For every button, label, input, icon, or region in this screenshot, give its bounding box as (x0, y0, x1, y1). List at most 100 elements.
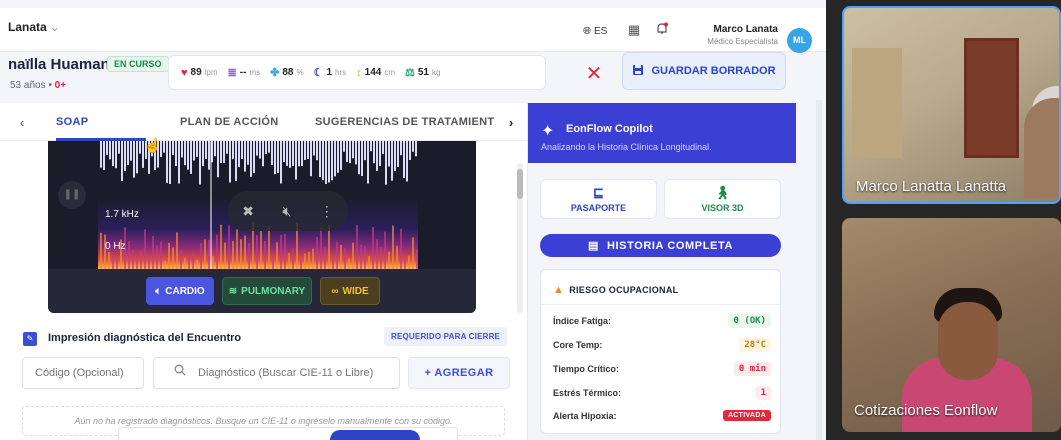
pin-off-icon[interactable]: ✖ (242, 203, 254, 220)
waveform-bar (184, 141, 186, 166)
risk-label: Tiempo Crítico: (553, 364, 619, 374)
participant-name: Marco Lanatta Lanatta (856, 178, 1007, 195)
filter-pulmonary-label: PULMONARY (241, 285, 306, 297)
spectrogram-bar (280, 234, 282, 269)
tab-action-plan[interactable]: PLAN DE ACCIÓN (180, 116, 279, 128)
filter-cardio-button[interactable]: 🔈︎ CARDIO (146, 277, 214, 305)
save-icon (632, 64, 644, 79)
waveform-bar (235, 141, 237, 182)
more-vertical-icon[interactable]: ⋮ (320, 203, 334, 220)
spectrogram-bar (140, 251, 142, 269)
spectrogram-bar (324, 247, 326, 269)
spectrogram-bar (380, 247, 382, 269)
participant-video (1024, 98, 1059, 198)
spectrogram-bar (360, 244, 362, 269)
filter-pulmonary-button[interactable]: ≋ PULMONARY (222, 277, 312, 305)
vital-value: 1 (326, 67, 333, 78)
diagnosis-code-input[interactable] (22, 357, 144, 389)
waveform-bar (400, 141, 402, 156)
waveform-bar (292, 141, 294, 166)
waveform-bar (106, 141, 108, 155)
chevron-left-icon[interactable]: ‹ (14, 115, 30, 130)
spectrogram-bar (336, 241, 338, 269)
viewer-3d-button[interactable]: 🚶︎ VISOR 3D (664, 179, 781, 219)
waveform-bar (226, 141, 228, 154)
chevron-right-icon[interactable]: › (503, 115, 519, 130)
spectrogram-bar (164, 260, 166, 269)
waveform-bar (172, 141, 174, 156)
patient-demographics: 53 años • 0+ (10, 80, 66, 91)
spectrogram-bar (160, 241, 162, 269)
waveform-bar (193, 141, 195, 161)
spectrogram-bar (224, 242, 226, 269)
partial-button[interactable] (330, 430, 420, 440)
waveform-bar (253, 141, 255, 174)
close-button[interactable]: ✕ (575, 55, 613, 93)
spectrogram-bar (168, 242, 170, 269)
spectrogram-bar (228, 225, 230, 269)
save-draft-button[interactable]: GUARDAR BORRADOR (622, 52, 786, 90)
avatar[interactable]: ML (787, 28, 812, 53)
vitals-strip: ♥ 89 lpm ≣ -- ms ✤ 88% ☾ 1 hrs ↕ 144 cm ⚖ 51… (168, 55, 546, 90)
waveform-bar (274, 141, 276, 175)
waveform-bar (370, 141, 372, 152)
spectrogram-bar (352, 242, 354, 269)
copilot-header: ✦ EonFlow Copilot Analizando la Historia… (528, 103, 796, 163)
waveform-bar (409, 141, 411, 160)
scrollbar-thumb[interactable] (517, 169, 523, 199)
waveform-bar (181, 141, 183, 158)
user-name: Marco Lanata (713, 24, 778, 35)
waveform-bar (286, 141, 288, 166)
spectrogram-bar (304, 253, 306, 269)
filter-wide-button[interactable]: ∞ WIDE (320, 277, 380, 305)
workspace-selector[interactable]: Lanata ⌄ (8, 20, 60, 34)
spectrogram-bar (172, 247, 174, 269)
spectrogram-bar (236, 229, 238, 269)
passport-button[interactable]: ⊑ PASAPORTE (540, 179, 657, 219)
play-button[interactable]: ❚❚ (58, 181, 86, 209)
full-history-button[interactable]: ▤ HISTORIA COMPLETA (540, 234, 781, 257)
spectrogram-bar (416, 249, 418, 269)
spectrogram-bar (100, 232, 102, 269)
alert-badge: ACTIVADA (722, 410, 771, 421)
hand-cursor-icon: ☝ (144, 137, 162, 153)
diagnosis-search-input[interactable] (153, 357, 400, 389)
page-scrollbar[interactable] (816, 100, 822, 440)
frequency-low-label: 0 Hz (105, 241, 126, 252)
waveform-bar (319, 141, 321, 178)
waveform-bar (178, 141, 180, 184)
grid-icon[interactable]: ▦ (626, 22, 642, 38)
risk-value: 1 (755, 386, 771, 400)
chevron-down-icon: ⌄ (49, 20, 60, 34)
video-tile-2[interactable]: Cotizaciones Eonflow (842, 218, 1061, 432)
waveform-bar (361, 141, 363, 177)
spectrogram-bar (348, 258, 350, 269)
vital-value: 89 (190, 67, 202, 78)
video-tile-1[interactable]: Marco Lanatta Lanatta (842, 6, 1061, 204)
waveform-bar (346, 141, 348, 163)
vital-unit: lpm (204, 68, 218, 77)
waveform-bar (343, 141, 345, 152)
waveform-bar (121, 141, 123, 181)
waveform-bar (322, 141, 324, 181)
background-shelf (852, 48, 902, 158)
language-selector[interactable]: 🌐︎ ES (583, 26, 607, 37)
tab-treatment-suggestions[interactable]: SUGERENCIAS DE TRATAMIENT (315, 116, 494, 128)
workspace-label: Lanata (8, 20, 47, 34)
tab-soap[interactable]: SOAP (56, 116, 88, 128)
diagnosis-title: Impresión diagnóstica del Encuentro (48, 332, 242, 344)
waveform-bar (163, 141, 165, 153)
save-draft-label: GUARDAR BORRADOR (651, 65, 776, 77)
passport-label: PASAPORTE (570, 203, 627, 213)
waveform-bar (259, 141, 261, 159)
blood-type: 0+ (54, 80, 67, 91)
vital-weight: ⚖ 51 kg (405, 66, 440, 79)
spectrogram-bar (128, 241, 130, 269)
video-call-panel: Marco Lanatta Lanatta Cotizaciones Eonfl… (826, 0, 1061, 440)
waveform-bar (190, 141, 192, 174)
mute-icon[interactable]: 🔇︎ (282, 203, 291, 220)
waveform-bar (376, 141, 378, 171)
bell-icon[interactable] (654, 22, 670, 38)
waveform-bar (208, 141, 210, 170)
add-diagnosis-button[interactable]: + AGREGAR (408, 357, 510, 389)
